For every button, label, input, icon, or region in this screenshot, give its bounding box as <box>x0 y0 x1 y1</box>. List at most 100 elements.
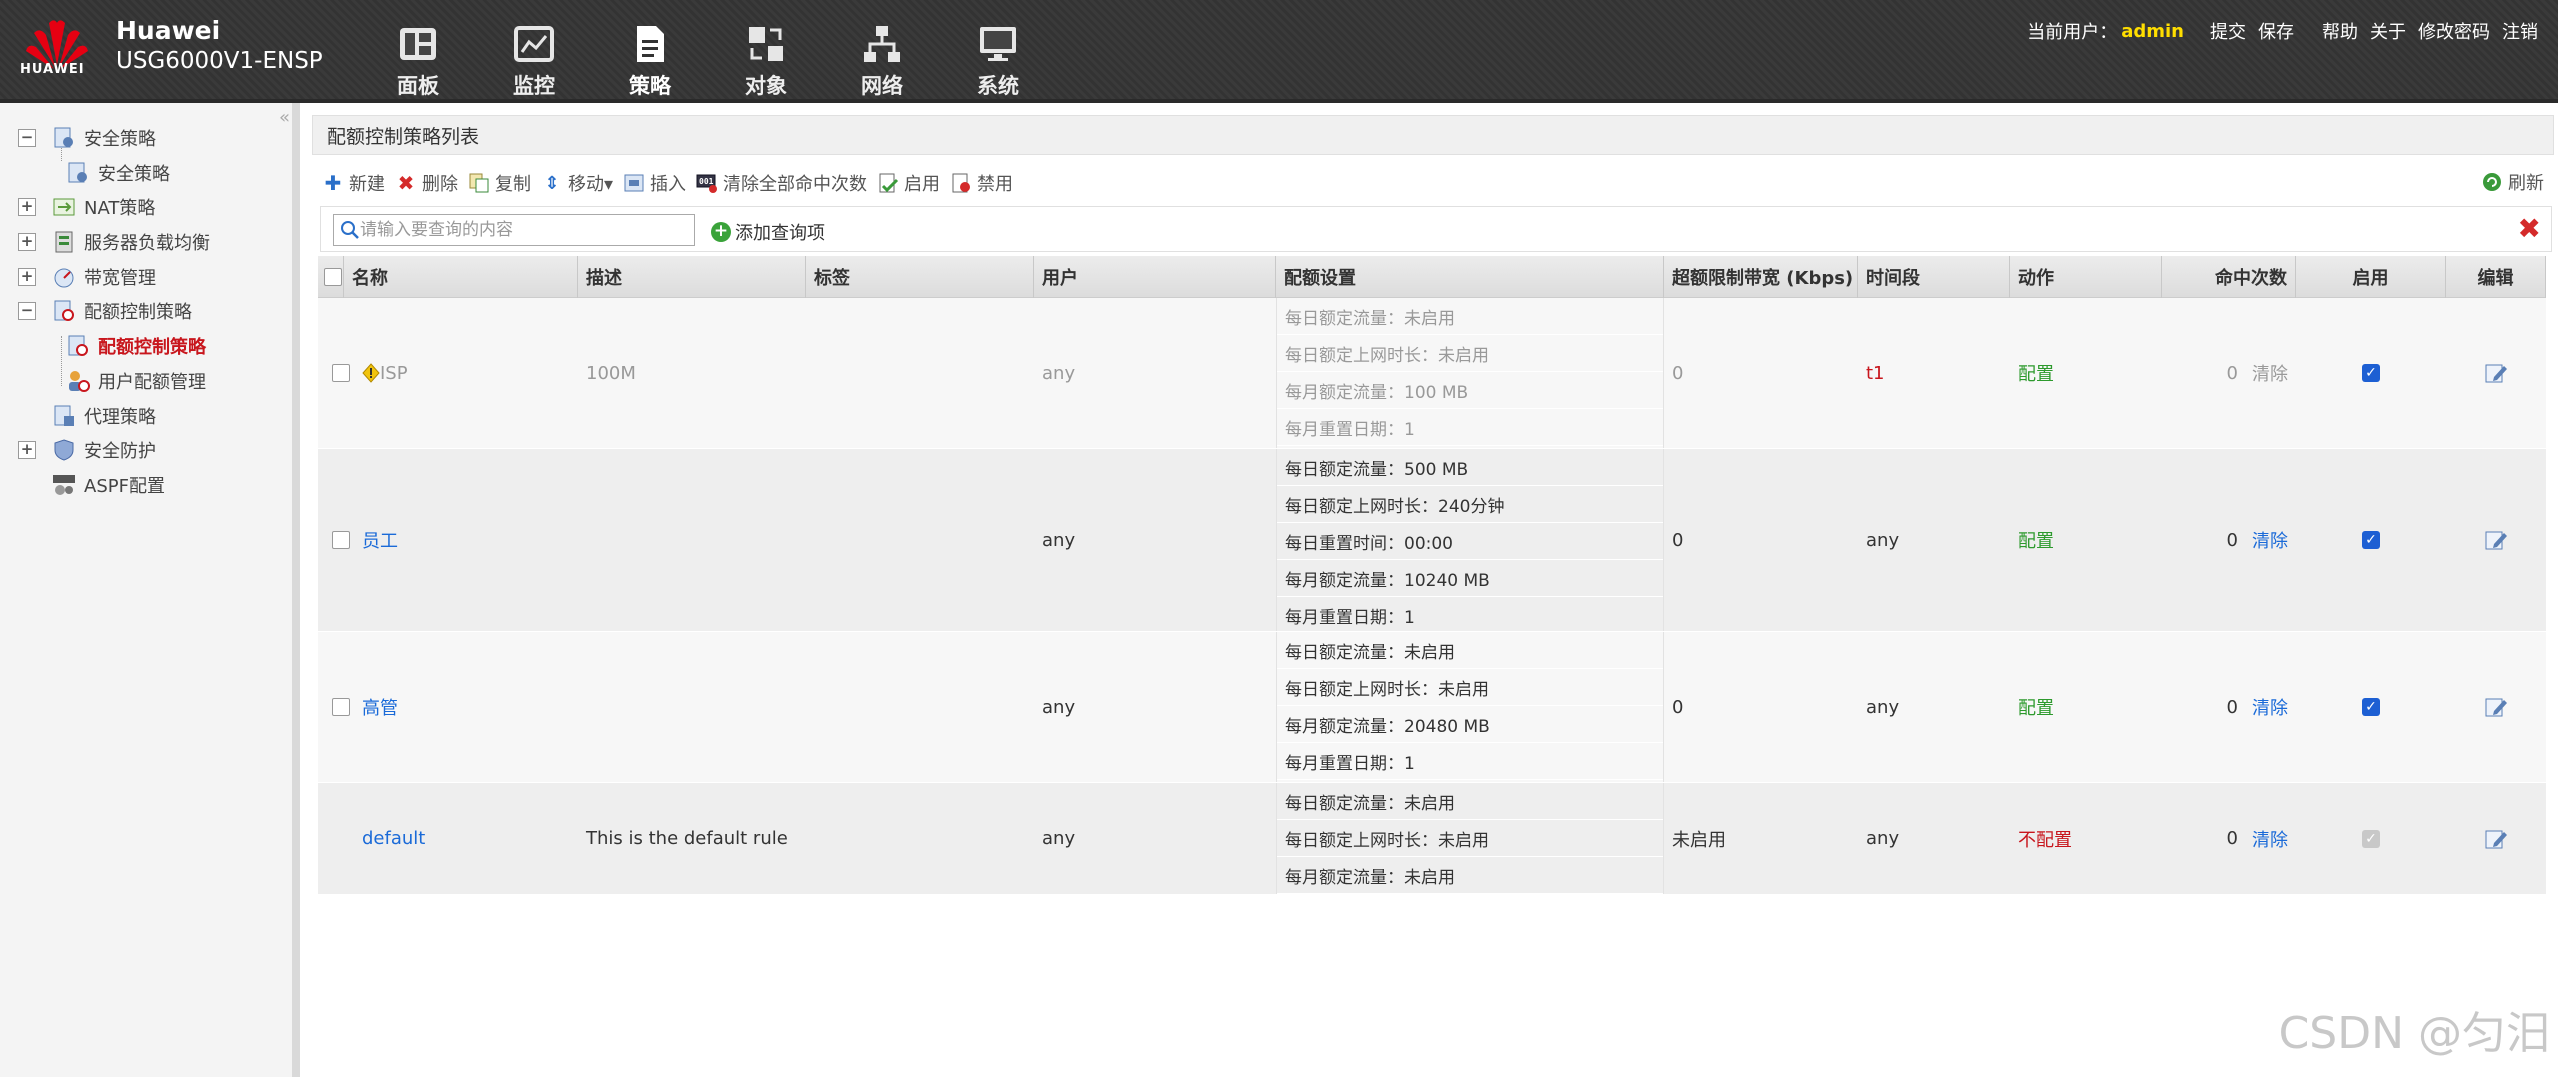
clear-hits-link[interactable]: 清除 <box>2252 694 2288 720</box>
new-button[interactable]: ✚ 新建 <box>322 170 385 196</box>
collapse-toggle-icon[interactable]: − <box>18 129 36 147</box>
row-checkbox[interactable] <box>332 364 350 382</box>
sidebar-item-server-load-balance[interactable]: + 服务器负载均衡 <box>18 227 210 257</box>
nav-object[interactable]: 对象 <box>708 0 824 100</box>
col-quota[interactable]: 配额设置 <box>1276 256 1664 298</box>
logout-link[interactable]: 注销 <box>2502 18 2538 44</box>
refresh-button[interactable]: 刷新 <box>2481 169 2544 195</box>
sidebar-item-security-policy-group[interactable]: − 安全策略 <box>18 123 156 153</box>
collapse-toggle-icon[interactable]: − <box>18 302 36 320</box>
edit-icon[interactable] <box>2484 696 2508 718</box>
product-vendor: Huawei <box>116 16 221 45</box>
sidebar-item-quota-policy-group[interactable]: − 配额控制策略 <box>18 296 192 326</box>
nav-dashboard[interactable]: 面板 <box>360 0 476 100</box>
enable-checkbox[interactable]: ✓ <box>2362 364 2380 382</box>
disable-button[interactable]: 禁用 <box>950 170 1013 196</box>
col-name[interactable]: 名称 <box>344 256 578 298</box>
collapse-sidebar-button[interactable]: « <box>279 107 290 128</box>
quota-line: 每日额定上网时长：未启用 <box>1277 820 1663 857</box>
action-cell: 配置 <box>2018 364 2054 385</box>
expand-toggle-icon[interactable]: + <box>18 233 36 251</box>
button-label: 清除全部命中次数 <box>723 174 868 195</box>
col-hits[interactable]: 命中次数 <box>2162 256 2296 298</box>
col-tag[interactable]: 标签 <box>806 256 1034 298</box>
policy-name-link[interactable]: ISP <box>380 363 408 384</box>
clear-hits-link[interactable]: 清除 <box>2252 527 2288 553</box>
insert-button[interactable]: 插入 <box>623 170 686 196</box>
search-field[interactable] <box>333 214 695 246</box>
enable-checkbox: ✓ <box>2362 829 2380 848</box>
search-icon <box>341 221 359 239</box>
col-description[interactable]: 描述 <box>578 256 806 298</box>
button-label: 新建 <box>349 174 385 195</box>
move-dropdown[interactable]: ⇕ 移动▾ <box>541 170 613 196</box>
sidebar-item-security-policy[interactable]: 安全策略 <box>66 158 170 188</box>
shield-icon <box>54 439 74 461</box>
save-link[interactable]: 保存 <box>2258 18 2294 44</box>
delete-button[interactable]: ✖ 删除 <box>395 170 458 196</box>
change-password-link[interactable]: 修改密码 <box>2418 18 2490 44</box>
sidebar-item-security-protection[interactable]: + 安全防护 <box>18 435 156 465</box>
sidebar-tree: « − 安全策略 安全策略 + NAT策略 + 服务器负载均衡 + 带宽管理 −… <box>0 103 300 1077</box>
expand-toggle-icon[interactable]: + <box>18 441 36 459</box>
sidebar-item-proxy-policy[interactable]: 代理策略 <box>52 401 156 431</box>
add-query-label: 添加查询项 <box>735 223 825 244</box>
clear-all-hits-button[interactable]: 001 清除全部命中次数 <box>696 170 867 196</box>
copy-button[interactable]: 复制 <box>468 170 531 196</box>
svg-text:001: 001 <box>699 177 714 186</box>
help-link[interactable]: 帮助 <box>2322 18 2358 44</box>
clear-hits-link[interactable]: 清除 <box>2252 826 2288 852</box>
expand-toggle-icon[interactable]: + <box>18 268 36 286</box>
policy-name-link[interactable]: 高管 <box>362 694 398 720</box>
table-row[interactable]: 高管 any 每日额定流量：未启用 每日额定上网时长：未启用 每月额定流量：20… <box>318 632 2546 783</box>
button-label: 删除 <box>422 174 458 195</box>
edit-icon[interactable] <box>2484 362 2508 384</box>
quota-line: 每月额定流量：未启用 <box>1277 857 1663 894</box>
time-range-cell: any <box>1866 529 1900 551</box>
enable-button[interactable]: 启用 <box>877 170 940 196</box>
policy-doc-icon <box>68 162 87 183</box>
sidebar-item-quota-policy[interactable]: 配额控制策略 <box>66 331 206 361</box>
nav-label: 对象 <box>745 74 787 98</box>
search-input[interactable] <box>360 216 680 244</box>
sidebar-item-user-quota-management[interactable]: 用户配额管理 <box>66 366 206 396</box>
table-row[interactable]: ISP 100M any 每日额定流量：未启用 每日额定上网时长：未启用 每月额… <box>318 298 2546 449</box>
select-all-checkbox[interactable] <box>324 268 342 286</box>
copy-icon <box>469 173 489 193</box>
edit-icon[interactable] <box>2484 529 2508 551</box>
nav-monitor[interactable]: 监控 <box>476 0 592 100</box>
submit-link[interactable]: 提交 <box>2210 18 2246 44</box>
col-enable[interactable]: 启用 <box>2296 256 2446 298</box>
expand-toggle-icon[interactable]: + <box>18 198 36 216</box>
about-link[interactable]: 关于 <box>2370 18 2406 44</box>
policy-name-link[interactable]: default <box>362 828 425 849</box>
col-time-range[interactable]: 时间段 <box>1858 256 2010 298</box>
edit-icon[interactable] <box>2484 828 2508 850</box>
row-checkbox[interactable] <box>332 531 350 549</box>
add-query-button[interactable]: + 添加查询项 <box>711 219 825 245</box>
enable-checkbox[interactable]: ✓ <box>2362 531 2380 549</box>
sidebar-item-label: 安全策略 <box>98 164 170 185</box>
sidebar-item-nat-policy[interactable]: + NAT策略 <box>18 192 155 222</box>
network-icon <box>864 26 900 62</box>
enable-checkbox[interactable]: ✓ <box>2362 698 2380 716</box>
clear-hits-link[interactable]: 清除 <box>2252 360 2288 386</box>
col-action[interactable]: 动作 <box>2010 256 2162 298</box>
sidebar-item-bandwidth-management[interactable]: + 带宽管理 <box>18 262 156 292</box>
nav-label: 策略 <box>629 74 671 98</box>
col-bandwidth[interactable]: 超额限制带宽 (Kbps) <box>1664 256 1858 298</box>
quota-cell: 每日额定流量：未启用 每日额定上网时长：未启用 每月额定流量：20480 MB … <box>1276 632 1664 782</box>
row-checkbox[interactable] <box>332 698 350 716</box>
table-header: 名称 描述 标签 用户 配额设置 超额限制带宽 (Kbps) 时间段 动作 命中… <box>318 256 2546 298</box>
table-row[interactable]: 员工 any 每日额定流量：500 MB 每日额定上网时长：240分钟 每日重置… <box>318 449 2546 634</box>
col-user[interactable]: 用户 <box>1034 256 1276 298</box>
nav-system[interactable]: 系统 <box>940 0 1056 100</box>
nav-network[interactable]: 网络 <box>824 0 940 100</box>
policy-name-link[interactable]: 员工 <box>362 527 398 553</box>
close-search-button[interactable]: ✖ <box>2518 215 2541 243</box>
nav-policy[interactable]: 策略 <box>592 0 708 100</box>
hits-cell: 0 清除 <box>2162 632 2296 782</box>
table-row[interactable]: default This is the default rule any 每日额… <box>318 783 2546 895</box>
bandwidth-icon <box>54 268 74 288</box>
sidebar-item-aspf-config[interactable]: ASPF配置 <box>52 470 165 500</box>
